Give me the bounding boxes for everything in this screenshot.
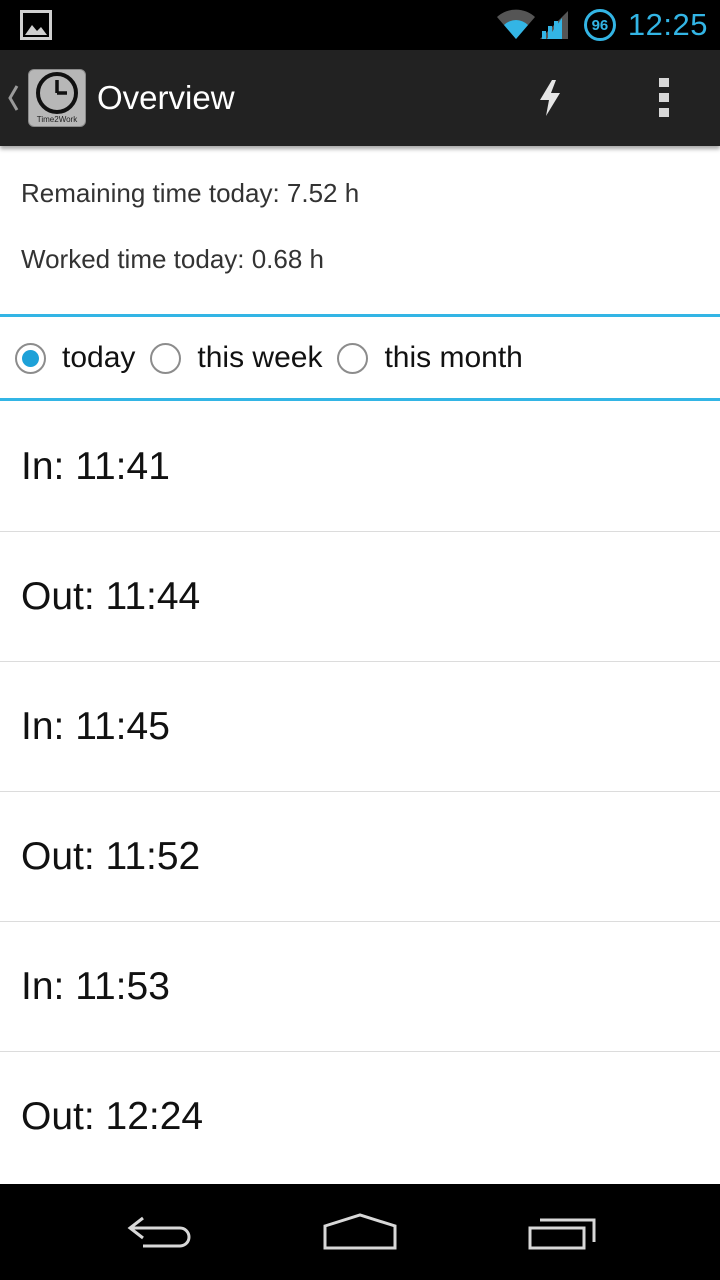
remaining-time-text: Remaining time today: 7.52 h <box>21 178 360 208</box>
list-item[interactable]: In: 11:53 <box>0 922 720 1052</box>
radio-label-today: today <box>62 341 136 374</box>
page-title: Overview <box>97 79 235 116</box>
home-button[interactable] <box>310 1202 410 1262</box>
entry-text: In: 11:53 <box>21 964 170 1008</box>
wifi-icon <box>496 9 536 41</box>
summary-panel: Remaining time today: 7.52 h Worked time… <box>0 146 720 316</box>
screen: 96 12:25 Time2Work Overview Remaining ti… <box>0 0 720 1280</box>
action-bar: Time2Work Overview <box>0 50 720 146</box>
app-icon[interactable]: Time2Work <box>28 69 86 127</box>
clock-icon <box>36 72 78 114</box>
worked-time-text: Worked time today: 0.68 h <box>21 244 325 274</box>
period-radio-group: today this week this month <box>0 319 720 397</box>
flash-icon <box>540 80 560 116</box>
back-icon <box>127 1216 191 1248</box>
battery-icon: 96 <box>583 9 616 41</box>
entry-text: Out: 11:44 <box>21 574 201 618</box>
status-icons: 96 12:25 <box>496 0 708 50</box>
app-icon-label: Time2Work <box>36 115 78 124</box>
list-item[interactable]: Out: 11:44 <box>0 532 720 662</box>
battery-level: 96 <box>591 16 609 34</box>
radio-this-week[interactable]: this week <box>150 319 322 397</box>
status-time: 12:25 <box>627 7 708 42</box>
radio-button-this-month[interactable] <box>337 342 369 374</box>
radio-button-this-week[interactable] <box>150 342 182 374</box>
navigation-bar <box>0 1184 720 1280</box>
entry-text: Out: 12:24 <box>21 1094 204 1138</box>
home-icon <box>323 1213 397 1250</box>
radio-today[interactable]: today <box>15 319 135 397</box>
list-item[interactable]: Out: 11:52 <box>0 792 720 922</box>
picture-notification-icon <box>20 10 52 40</box>
radio-this-month[interactable]: this month <box>337 319 523 397</box>
recents-icon <box>528 1218 596 1250</box>
divider-bottom <box>0 398 720 401</box>
overflow-menu-icon <box>659 78 669 117</box>
up-caret-icon[interactable] <box>6 83 20 113</box>
cell-signal-icon <box>539 9 570 41</box>
back-button[interactable] <box>110 1202 210 1262</box>
list-item[interactable]: In: 11:45 <box>0 662 720 792</box>
time-entry-list: In: 11:41 Out: 11:44 In: 11:45 Out: 11:5… <box>0 402 720 1181</box>
divider-top <box>0 314 720 317</box>
flash-button[interactable] <box>520 68 580 128</box>
radio-label-this-month: this month <box>384 341 523 374</box>
list-item[interactable]: In: 11:41 <box>0 402 720 532</box>
recents-button[interactable] <box>512 1202 612 1262</box>
status-bar: 96 12:25 <box>0 0 720 50</box>
radio-button-today[interactable] <box>15 342 46 374</box>
entry-text: In: 11:45 <box>21 704 170 748</box>
list-item[interactable]: Out: 12:24 <box>0 1052 720 1181</box>
entry-text: Out: 11:52 <box>21 834 201 878</box>
overflow-menu-button[interactable] <box>634 68 694 128</box>
entry-text: In: 11:41 <box>21 444 170 488</box>
radio-label-this-week: this week <box>197 341 323 374</box>
